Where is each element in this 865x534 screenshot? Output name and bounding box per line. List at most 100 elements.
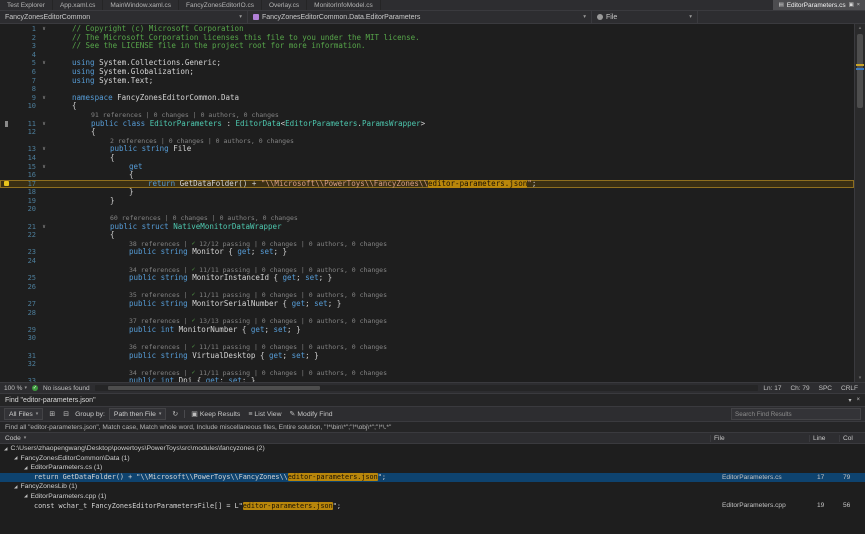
type-dropdown[interactable]: FancyZonesEditorCommon.Data.EditorParame… [248,11,592,23]
code-line[interactable]: 28 [0,309,854,318]
fold-chevron-icon[interactable]: ∨ [38,223,50,232]
code-line[interactable]: 16{ [0,171,854,180]
search-find-results-input[interactable] [731,408,861,420]
code-line[interactable]: 23public string Monitor { get; set; } [0,248,854,257]
document-tab[interactable]: Test Explorer [0,0,53,10]
fold-chevron-icon[interactable]: ∨ [38,59,50,68]
scroll-up-icon[interactable]: ▴ [855,24,865,32]
line-ending-indicator[interactable]: CRLF [841,385,858,392]
expand-all-button[interactable]: ⊞ [47,410,57,418]
zoom-dropdown[interactable]: 100 % ▾ [4,385,27,392]
code-line[interactable]: 10{ [0,102,854,111]
lightbulb-icon[interactable] [0,181,12,186]
modify-find-button[interactable]: ✎ Modify Find [288,410,335,418]
fold-chevron-icon[interactable]: ∨ [38,163,50,172]
health-check-icon[interactable]: ✓ [32,385,38,391]
close-icon[interactable]: × [857,2,860,8]
code-line[interactable]: 25public string MonitorInstanceId { get;… [0,274,854,283]
code-line[interactable]: 5∨using System.Collections.Generic; [0,59,854,68]
fold-chevron-icon[interactable]: ∨ [38,94,50,103]
code-line[interactable]: 15∨get [0,163,854,172]
code-line[interactable]: 20 [0,205,854,214]
char-indicator[interactable]: Ch: 79 [790,385,809,392]
tree-expanded-icon[interactable]: ◢ [24,493,27,499]
tree-expanded-icon[interactable]: ◢ [14,484,17,490]
member-dropdown[interactable]: File ▾ [592,11,698,23]
list-view-button[interactable]: ≡ List View [246,411,283,418]
code-line[interactable]: 12{ [0,128,854,137]
tree-expanded-icon[interactable]: ◢ [14,455,17,461]
code-line[interactable]: 13∨public string File [0,145,854,154]
find-panel-header[interactable]: Find "editor-parameters.json" ▾ × [0,394,865,406]
find-result-row[interactable]: const wchar_t FancyZonesEditorParameters… [0,501,865,511]
fold-chevron-icon[interactable]: ∨ [38,120,50,129]
vertical-scrollbar[interactable]: ▴ ▾ [854,24,865,382]
scrollbar-thumb[interactable] [857,34,863,108]
code-line[interactable]: 1∨// Copyright (c) Microsoft Corporation [0,25,854,34]
horizontal-scrollbar[interactable] [95,385,759,391]
refresh-button[interactable]: ↻ [170,410,180,418]
scope-dropdown[interactable]: All Files ▾ [4,408,43,420]
code-line[interactable]: 14{ [0,154,854,163]
codelens-row[interactable]: 91 references | 0 changes | 0 authors, 0… [0,111,854,120]
group-by-dropdown[interactable]: Path then File ▾ [109,408,166,420]
window-position-icon[interactable]: ▾ [848,397,851,404]
fold-chevron-icon[interactable]: ∨ [38,25,50,34]
codelens-row[interactable]: 38 references | ✓ 12/12 passing | 0 chan… [0,240,854,249]
code-line[interactable]: 19} [0,197,854,206]
code-line[interactable]: 7using System.Text; [0,77,854,86]
document-tab[interactable]: App.xaml.cs [53,0,103,10]
indent-indicator[interactable]: SPC [819,385,832,392]
tree-expanded-icon[interactable]: ◢ [24,465,27,471]
find-group-row[interactable]: ◢FancyZonesEditorCommon\Data (1) [0,454,865,464]
fold-chevron-icon[interactable]: ∨ [38,145,50,154]
code-line[interactable]: 9∨namespace FancyZonesEditorCommon.Data [0,94,854,103]
preview-tab-editorparameters[interactable]: ▤ EditorParameters.cs ▣ × [773,0,865,10]
code-line[interactable]: 27public string MonitorSerialNumber { ge… [0,300,854,309]
close-icon[interactable]: × [856,397,860,404]
codelens-row[interactable]: 60 references | 0 changes | 0 authors, 0… [0,214,854,223]
document-tab[interactable]: Overlay.cs [262,0,307,10]
code-line[interactable]: 11∨public class EditorParameters : Edito… [0,120,854,129]
column-line[interactable]: Line [809,435,839,442]
column-code[interactable]: Code ▾ [0,435,710,442]
code-line[interactable]: 4 [0,51,854,60]
codelens-row[interactable]: 37 references | ✓ 13/13 passing | 0 chan… [0,317,854,326]
find-group-row[interactable]: ◢EditorParameters.cs (1) [0,463,865,473]
scroll-down-icon[interactable]: ▾ [855,374,865,382]
tree-expanded-icon[interactable]: ◢ [4,446,7,452]
codelens-row[interactable]: 34 references | ✓ 11/11 passing | 0 chan… [0,369,854,378]
code-rows[interactable]: 1∨// Copyright (c) Microsoft Corporation… [0,24,854,382]
code-line[interactable]: 17return GetDataFolder() + "\\Microsoft\… [0,180,854,189]
codelens-row[interactable]: 2 references | 0 changes | 0 authors, 0 … [0,137,854,146]
document-tab[interactable]: FancyZonesEditorIO.cs [179,0,262,10]
code-line[interactable]: 31public string VirtualDesktop { get; se… [0,352,854,361]
find-result-row[interactable]: return GetDataFolder() + "\\Microsoft\\P… [0,473,865,483]
code-line[interactable]: 32 [0,360,854,369]
find-group-row[interactable]: ◢EditorParameters.cpp (1) [0,492,865,502]
document-tab[interactable]: MainWindow.xaml.cs [103,0,179,10]
code-line[interactable]: 22{ [0,231,854,240]
find-group-row[interactable]: ◢C:\Users\zhaopengwang\Desktop\powertoys… [0,444,865,454]
project-dropdown[interactable]: FancyZonesEditorCommon ▾ [0,11,248,23]
document-tab[interactable]: MonitorInfoModel.cs [307,0,381,10]
code-line[interactable]: 24 [0,257,854,266]
horizontal-scrollbar-thumb[interactable] [108,386,320,390]
collapse-all-button[interactable]: ⊟ [61,410,71,418]
codelens-row[interactable]: 35 references | ✓ 11/11 passing | 0 chan… [0,291,854,300]
code-line[interactable]: 8 [0,85,854,94]
column-file[interactable]: File [710,435,809,442]
codelens-row[interactable]: 34 references | ✓ 11/11 passing | 0 chan… [0,266,854,275]
code-line[interactable]: 29public int MonitorNumber { get; set; } [0,326,854,335]
codelens-row[interactable]: 36 references | ✓ 11/11 passing | 0 chan… [0,343,854,352]
line-indicator[interactable]: Ln: 17 [763,385,781,392]
code-line[interactable]: 18} [0,188,854,197]
keep-results-button[interactable]: ▣ Keep Results [189,410,242,418]
keep-open-icon[interactable]: ▣ [849,2,854,8]
column-col[interactable]: Col [839,435,865,442]
code-line[interactable]: 2// The Microsoft Corporation licenses t… [0,34,854,43]
code-line[interactable]: 3// See the LICENSE file in the project … [0,42,854,51]
code-line[interactable]: 6using System.Globalization; [0,68,854,77]
code-line[interactable]: 21∨public struct NativeMonitorDataWrappe… [0,223,854,232]
code-line[interactable]: 26 [0,283,854,292]
